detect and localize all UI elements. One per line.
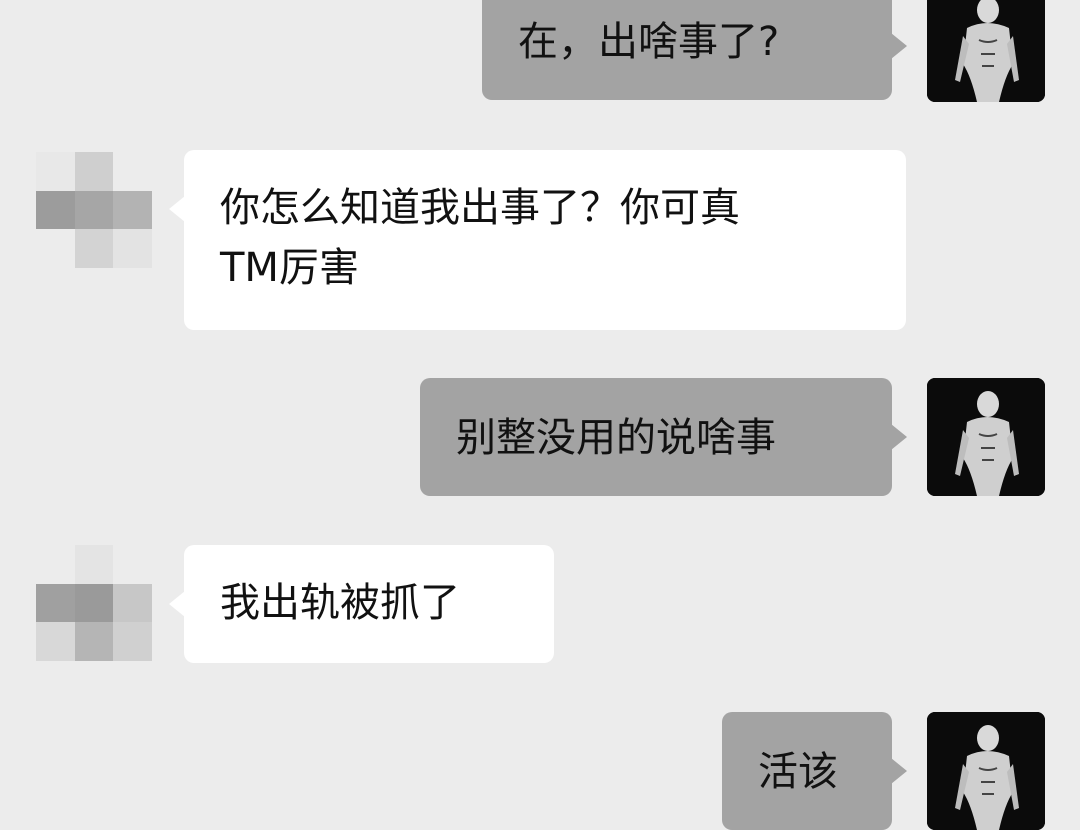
avatar-pixel [36, 622, 75, 661]
message-text: 我出轨被抓了 [220, 580, 460, 626]
avatar-pixel [113, 622, 152, 661]
message-row-outgoing: 活该 [0, 712, 1080, 830]
avatar-pixel [36, 583, 75, 623]
self-avatar[interactable] [927, 712, 1045, 830]
bubble-tail [891, 424, 907, 450]
contact-avatar[interactable] [36, 152, 152, 268]
self-avatar[interactable] [927, 0, 1045, 102]
avatar-pixel [74, 622, 114, 661]
message-row-outgoing: 别整没用的说啥事 [0, 378, 1080, 498]
shirtless-man-silhouette-icon [927, 0, 1045, 102]
avatar-pixel [113, 152, 152, 191]
avatar-pixel [113, 583, 152, 623]
avatar-pixel [36, 545, 75, 584]
bubble-tail [169, 591, 185, 617]
avatar-pixel [74, 190, 114, 230]
shirtless-man-silhouette-icon [927, 378, 1045, 496]
shirtless-man-silhouette-icon [927, 712, 1045, 830]
self-avatar[interactable] [927, 378, 1045, 496]
avatar-pixel [36, 190, 75, 230]
message-text: 别整没用的说啥事 [456, 415, 776, 461]
avatar-pixel [36, 229, 75, 268]
avatar-pixel [113, 545, 152, 584]
message-row-outgoing: 在，出啥事了? [0, 0, 1080, 110]
avatar-pixel [36, 152, 75, 191]
avatar-pixel [74, 229, 114, 268]
avatar-pixel [113, 190, 152, 230]
bubble-tail [169, 196, 185, 222]
contact-avatar[interactable] [36, 545, 152, 661]
message-bubble-incoming[interactable]: 我出轨被抓了 [169, 545, 554, 663]
avatar-pixel [74, 545, 114, 584]
message-bubble-outgoing[interactable]: 活该 [722, 712, 907, 830]
message-text: 你怎么知道我出事了？你可真 TM厉害 [220, 185, 740, 291]
bubble-tail [891, 758, 907, 784]
avatar-pixel [74, 583, 114, 623]
avatar-pixel [74, 152, 114, 191]
chat-message-list[interactable]: 在，出啥事了? 你怎么知道我出事了？你可真 TM厉害 别整没用的说啥事 我出轨被… [0, 0, 1080, 830]
message-text: 在，出啥事了? [518, 19, 780, 65]
message-bubble-outgoing[interactable]: 在，出啥事了? [482, 0, 907, 100]
message-row-incoming: 你怎么知道我出事了？你可真 TM厉害 [0, 150, 1080, 330]
avatar-pixel [113, 229, 152, 268]
message-text: 活该 [758, 749, 838, 795]
message-row-incoming: 我出轨被抓了 [0, 545, 1080, 665]
bubble-tail [891, 33, 907, 59]
message-bubble-outgoing[interactable]: 别整没用的说啥事 [420, 378, 907, 496]
message-bubble-incoming[interactable]: 你怎么知道我出事了？你可真 TM厉害 [169, 150, 906, 330]
